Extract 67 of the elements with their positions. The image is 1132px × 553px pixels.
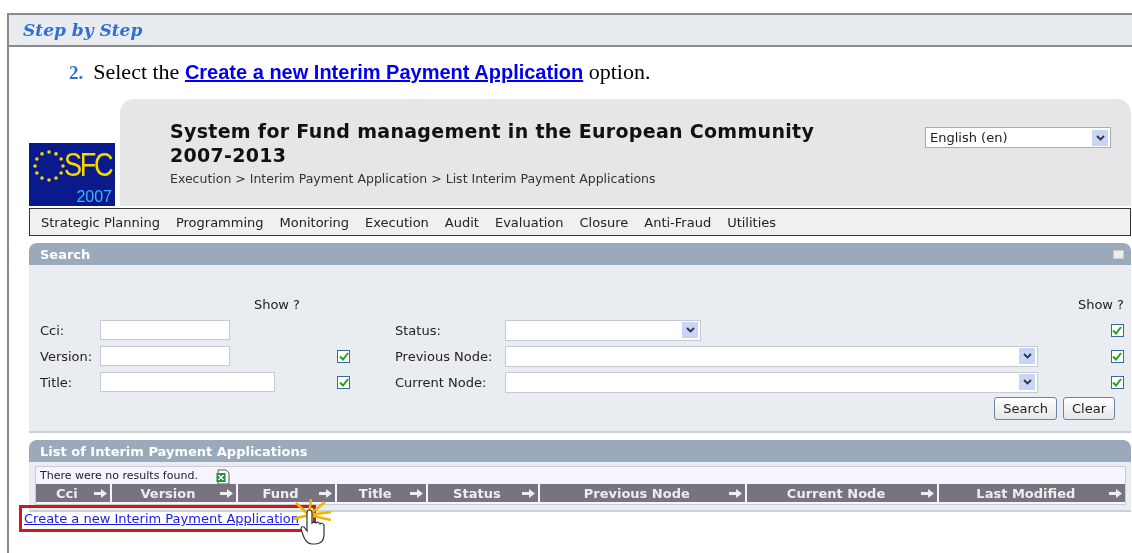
collapse-icon[interactable] bbox=[1113, 249, 1124, 259]
column-header[interactable]: Previous Node bbox=[540, 484, 746, 502]
language-select[interactable]: English (en) bbox=[925, 127, 1111, 148]
menu-item[interactable]: Execution bbox=[365, 214, 429, 230]
column-header[interactable]: Last Modified bbox=[938, 484, 1125, 502]
app-title: System for Fund management in the European Community bbox=[170, 119, 815, 143]
field-label: Title: bbox=[40, 374, 74, 390]
column-header[interactable]: Version bbox=[111, 484, 237, 502]
dropdown-icon bbox=[682, 322, 698, 338]
form-button[interactable]: Clear bbox=[1063, 397, 1115, 420]
sort-arrow-icon[interactable] bbox=[318, 488, 332, 498]
menu-item[interactable]: Audit bbox=[444, 214, 479, 230]
panel-title: List of Interim Payment Applications bbox=[40, 443, 308, 459]
menu-item[interactable]: Evaluation bbox=[494, 214, 564, 230]
show-checkbox[interactable] bbox=[1110, 375, 1124, 389]
field-label: Cci: bbox=[40, 322, 66, 338]
dropdown-icon bbox=[1092, 129, 1108, 146]
logo-text: SFC bbox=[64, 145, 112, 184]
menu-item[interactable]: Strategic Planning bbox=[41, 214, 160, 230]
stars-icon bbox=[32, 149, 66, 183]
sort-arrow-icon[interactable] bbox=[729, 488, 743, 498]
panel-title: Search bbox=[40, 246, 91, 262]
sort-arrow-icon[interactable] bbox=[409, 488, 423, 498]
column-header[interactable]: Title bbox=[336, 484, 426, 502]
field-label: Status: bbox=[395, 322, 442, 338]
show-header: Show ? bbox=[1077, 296, 1124, 312]
show-checkbox[interactable] bbox=[1110, 349, 1124, 363]
column-header[interactable]: Fund bbox=[238, 484, 335, 502]
step-number: 2. bbox=[69, 62, 84, 84]
instruction-link[interactable]: Create a new Interim Payment Application bbox=[184, 61, 584, 83]
show-checkbox[interactable] bbox=[337, 349, 350, 363]
menu-item[interactable]: Programming bbox=[175, 214, 264, 230]
form-button[interactable]: Search bbox=[994, 397, 1057, 420]
input-field[interactable] bbox=[100, 372, 275, 392]
empty-message: There were no results found. bbox=[40, 469, 198, 482]
sort-arrow-icon[interactable] bbox=[920, 488, 934, 498]
app-title: 2007-2013 bbox=[170, 143, 288, 167]
sort-arrow-icon[interactable] bbox=[522, 488, 536, 498]
sort-arrow-icon[interactable] bbox=[220, 488, 234, 498]
sort-arrow-icon[interactable] bbox=[93, 488, 107, 498]
menu-item[interactable]: Monitoring bbox=[279, 214, 350, 230]
breadcrumb: Execution > Interim Payment Application > List Interim Payment Applications bbox=[170, 171, 657, 186]
select-field[interactable] bbox=[505, 319, 701, 341]
help-box-title: Step by Step bbox=[9, 15, 1132, 47]
field-label: Previous Node: bbox=[395, 348, 494, 364]
logo-year: 2007 bbox=[76, 188, 112, 206]
input-field[interactable] bbox=[100, 346, 230, 366]
show-checkbox[interactable] bbox=[1110, 323, 1124, 337]
select-field[interactable] bbox=[505, 345, 1038, 367]
input-field[interactable] bbox=[100, 320, 230, 340]
select-field[interactable] bbox=[505, 371, 1038, 393]
sort-arrow-icon[interactable] bbox=[1108, 488, 1122, 498]
menu-item[interactable]: Utilities bbox=[727, 214, 777, 230]
show-checkbox[interactable] bbox=[337, 375, 350, 389]
show-header: Show ? bbox=[252, 296, 300, 312]
step-instruction: Select the Create a new Interim Payment Application option. bbox=[93, 59, 651, 85]
column-header[interactable]: Cci bbox=[36, 484, 110, 502]
create-link[interactable]: Create a new Interim Payment Application bbox=[24, 511, 300, 526]
spreadsheet-icon[interactable] bbox=[215, 468, 230, 485]
column-header[interactable]: Status bbox=[427, 484, 539, 502]
menu-item[interactable]: Closure bbox=[579, 214, 629, 230]
field-label: Current Node: bbox=[395, 374, 488, 390]
menu-item[interactable]: Anti-Fraud bbox=[644, 214, 712, 230]
field-label: Version: bbox=[40, 348, 94, 364]
dropdown-icon bbox=[1019, 348, 1035, 364]
column-header[interactable]: Current Node bbox=[747, 484, 937, 502]
dropdown-icon bbox=[1019, 374, 1035, 390]
